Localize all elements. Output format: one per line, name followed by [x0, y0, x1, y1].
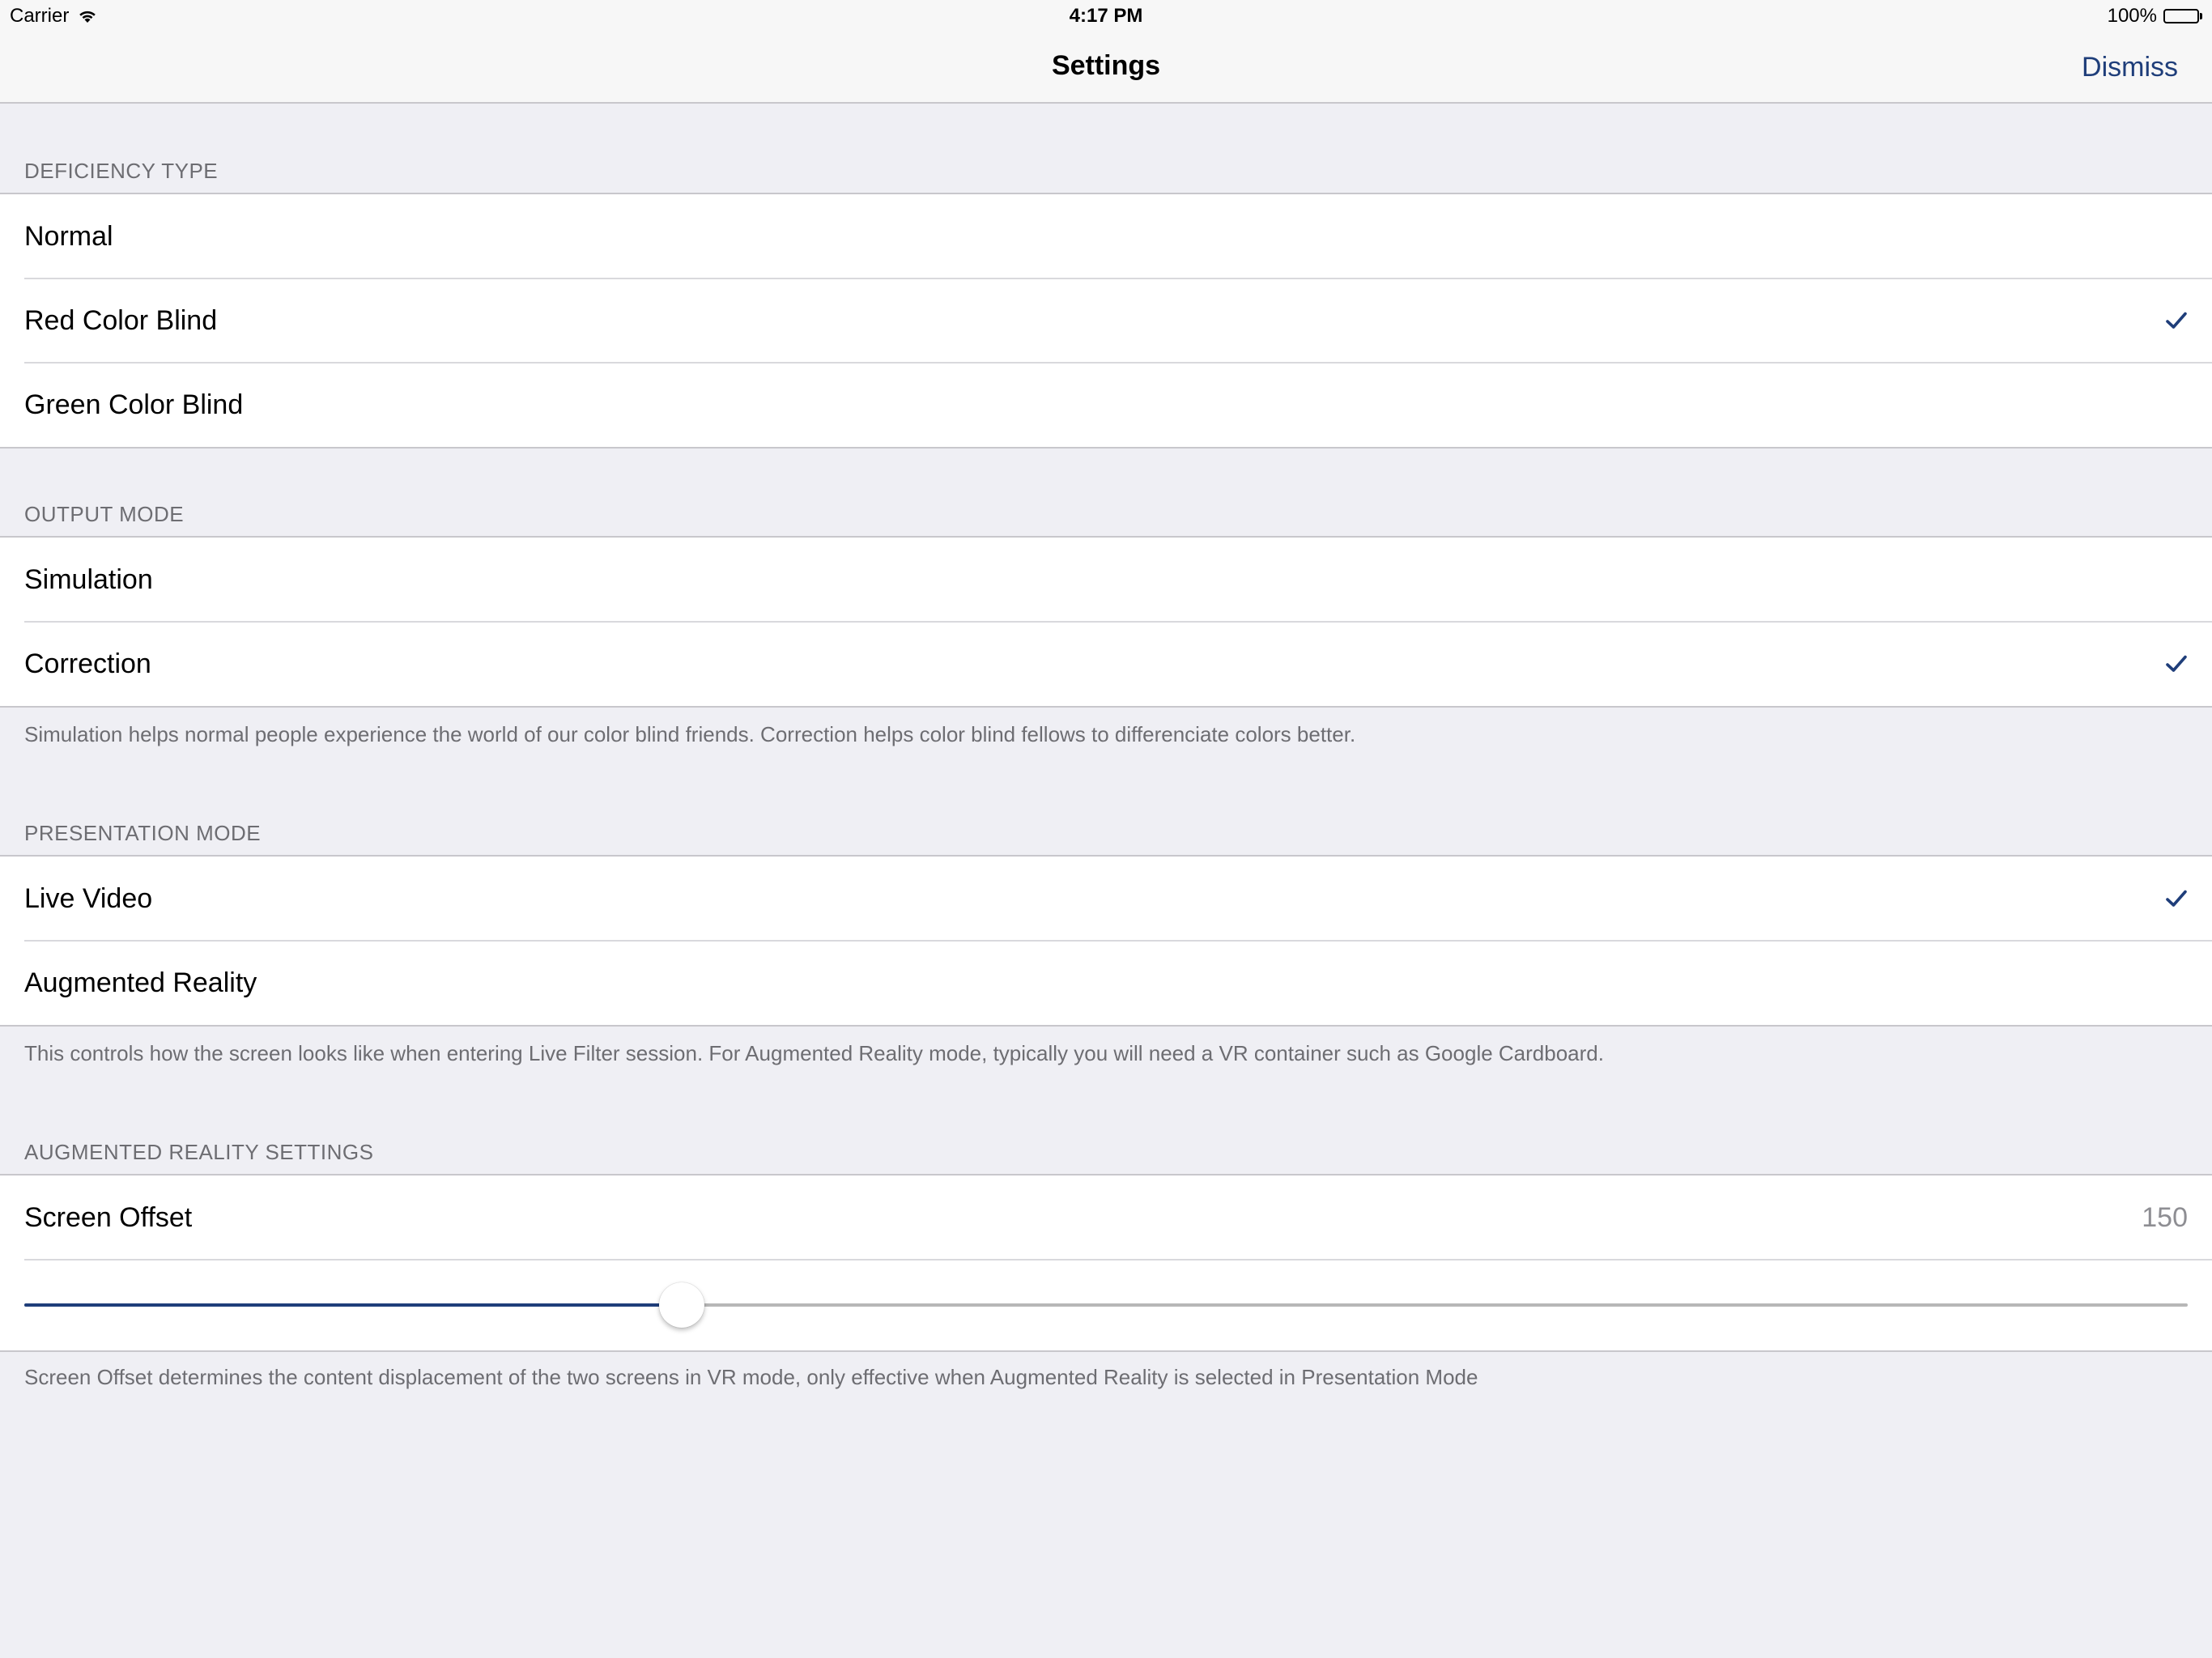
presentation-mode-footer: This controls how the screen looks like … [24, 1041, 1604, 1065]
option-green-color-blind[interactable]: Green Color Blind [0, 362, 2212, 447]
dismiss-button[interactable]: Dismiss [2082, 52, 2178, 83]
option-label: Red Color Blind [24, 304, 218, 336]
battery-indicator: 100% [2108, 5, 2202, 28]
screen-offset-slider-row [0, 1259, 2212, 1350]
section-header-deficiency-type: DEFICIENCY TYPE [24, 159, 219, 183]
section-header-ar-settings: AUGMENTED REALITY SETTINGS [24, 1140, 374, 1164]
option-red-color-blind[interactable]: Red Color Blind [0, 278, 2212, 363]
option-label: Simulation [24, 563, 153, 595]
page-title: Settings [1051, 50, 1161, 81]
checkmark-icon [2166, 312, 2187, 329]
output-mode-group: Simulation Correction [0, 536, 2212, 708]
option-normal[interactable]: Normal [0, 194, 2212, 278]
option-label: Live Video [24, 882, 153, 914]
checkmark-icon [2166, 890, 2187, 907]
slider-thumb[interactable] [659, 1282, 705, 1328]
screen-offset-value: 150 [2142, 1201, 2188, 1233]
option-augmented-reality[interactable]: Augmented Reality [0, 940, 2212, 1025]
option-label: Normal [24, 220, 113, 252]
presentation-mode-group: Live Video Augmented Reality [0, 855, 2212, 1027]
screen-offset-slider[interactable] [24, 1282, 2188, 1328]
battery-percent: 100% [2107, 5, 2157, 27]
ar-settings-group: Screen Offset 150 [0, 1174, 2212, 1352]
section-header-presentation-mode: PRESENTATION MODE [24, 821, 262, 845]
option-live-video[interactable]: Live Video [0, 857, 2212, 941]
section-header-output-mode: OUTPUT MODE [24, 502, 185, 526]
option-correction[interactable]: Correction [0, 621, 2212, 706]
ar-settings-footer: Screen Offset determines the content dis… [24, 1365, 1478, 1389]
option-label: Green Color Blind [24, 389, 244, 420]
battery-icon [2163, 9, 2202, 23]
status-time: 4:17 PM [1069, 5, 1143, 27]
option-simulation[interactable]: Simulation [0, 538, 2212, 622]
output-mode-footer: Simulation helps normal people experienc… [24, 722, 1356, 746]
deficiency-type-group: Normal Red Color Blind Green Color Blind [0, 193, 2212, 449]
checkmark-icon [2166, 655, 2187, 672]
screen-offset-row: Screen Offset 150 [0, 1175, 2212, 1260]
screen-offset-label: Screen Offset [24, 1201, 193, 1233]
option-label: Augmented Reality [24, 967, 257, 998]
option-label: Correction [24, 648, 151, 679]
slider-fill [24, 1303, 683, 1307]
navigation-bar: Settings Dismiss [0, 32, 2212, 104]
status-bar: Carrier 4:17 PM 100% [0, 0, 2212, 32]
